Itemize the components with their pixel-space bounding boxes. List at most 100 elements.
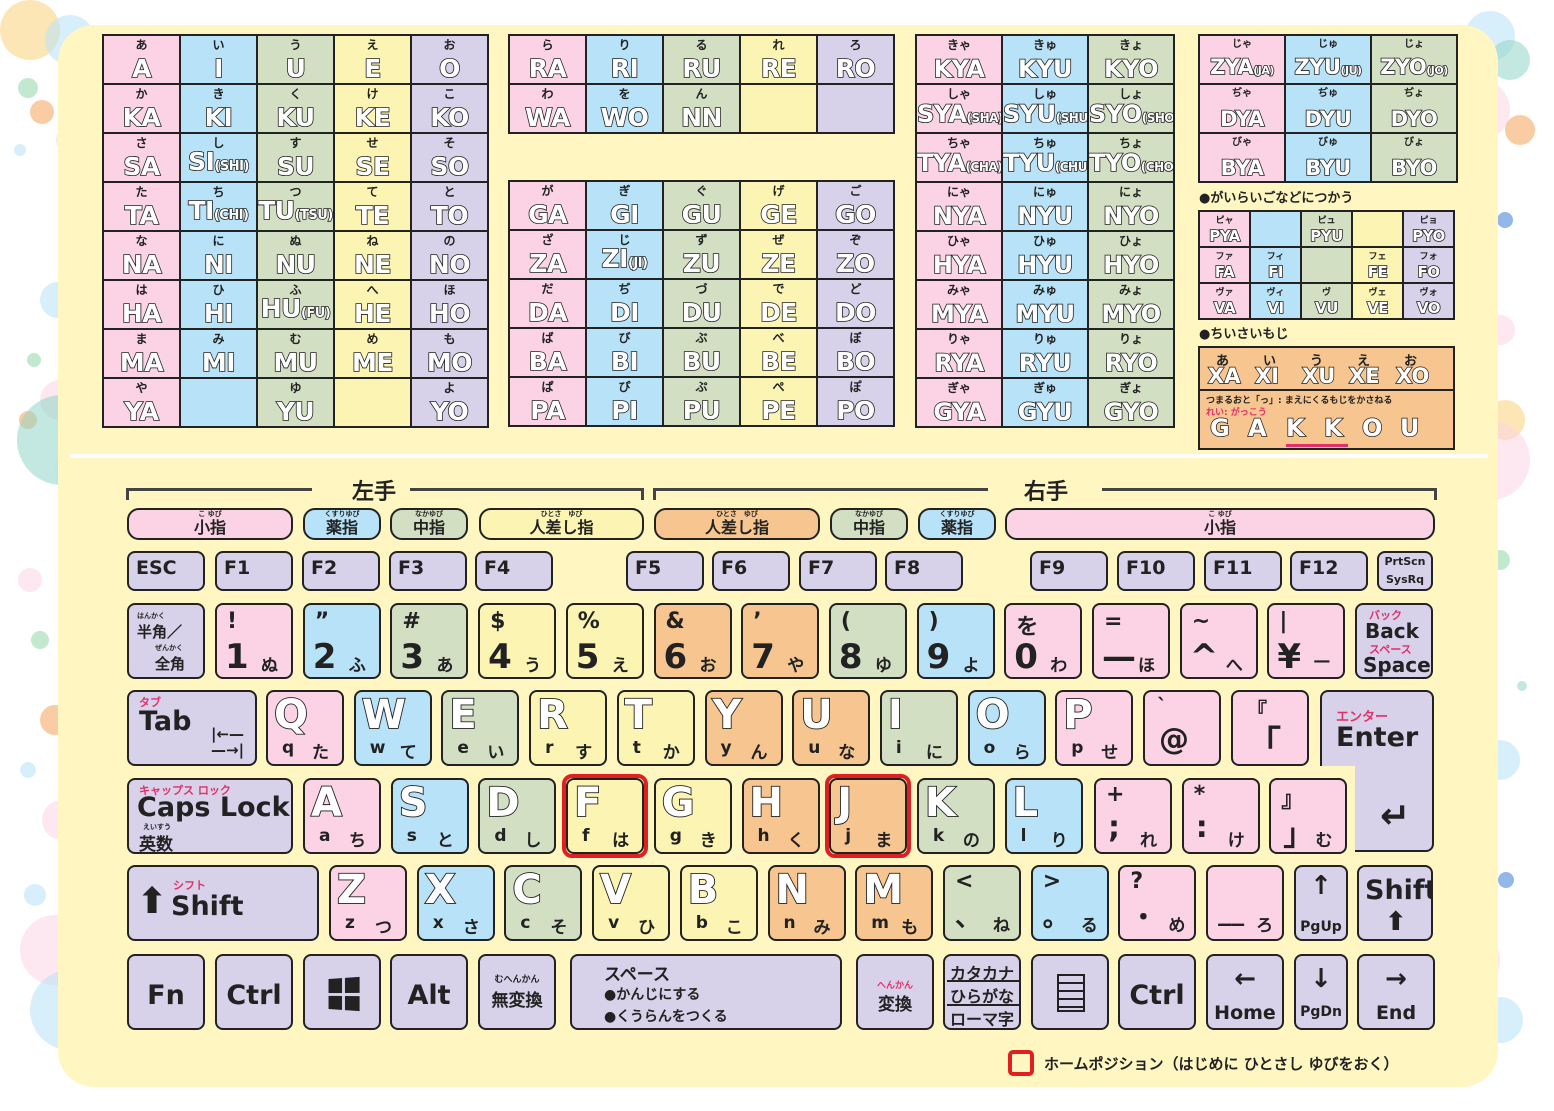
kana-label: ぼ <box>849 331 862 345</box>
key-11[interactable]: ~ ^ へ <box>1179 603 1258 679</box>
key-pgup[interactable]: ↑ PgUp <box>1294 865 1348 941</box>
key-sym-z-2[interactable]: ? ・め <box>1118 865 1197 941</box>
key-kana[interactable]: カタカナ ひらがな ローマ字 <box>943 954 1021 1030</box>
key-r[interactable]: Rr す <box>529 690 608 766</box>
key-0[interactable]: ! 1 ぬ <box>215 603 293 679</box>
key-f11[interactable]: F11 <box>1204 551 1282 591</box>
key-x[interactable]: Xxさ <box>416 865 495 941</box>
key-f8[interactable]: F8 <box>885 551 963 591</box>
key-label: P <box>1062 692 1093 739</box>
key-henkan[interactable]: へんかん 変換 <box>856 954 934 1030</box>
key-prtscn[interactable]: PrtScn SysRq <box>1377 551 1433 591</box>
key-fn[interactable]: Fn <box>127 954 205 1030</box>
key-label: むへんかん <box>494 975 540 985</box>
key-b[interactable]: Bbこ <box>679 865 758 941</box>
key-muhenkan[interactable]: むへんかん 無変換 <box>478 954 556 1030</box>
key-f6[interactable]: F6 <box>712 551 790 591</box>
key-g[interactable]: Ggき <box>653 778 732 854</box>
key-d[interactable]: Ddし <box>478 778 557 854</box>
key-z[interactable]: Zzつ <box>329 865 407 941</box>
romaji-label: NO <box>412 250 487 279</box>
key-e[interactable]: Eeい <box>441 690 520 766</box>
key-u[interactable]: Uuな <box>792 690 871 766</box>
key-home[interactable]: ← Home <box>1206 954 1284 1030</box>
key-f5[interactable]: F5 <box>626 551 704 591</box>
key-shift-left[interactable]: ⬆ シフト Shift <box>127 865 319 941</box>
key-12[interactable]: | ¥ — <box>1267 603 1346 679</box>
key-v[interactable]: Vvひ <box>592 865 671 941</box>
key-f1[interactable]: F1 <box>215 551 293 591</box>
bracket-line <box>653 488 988 491</box>
key-sym-1[interactable]: *: け <box>1181 778 1260 854</box>
romaji-cell: ゆ YU <box>256 377 335 428</box>
finger-label-0: こ ゆび 小指 <box>127 508 293 540</box>
key-i[interactable]: Ii に <box>879 690 958 766</box>
key-windows[interactable] <box>303 954 381 1030</box>
kana-label: ちゃ <box>946 136 971 150</box>
key-n[interactable]: Nnみ <box>767 865 846 941</box>
key-sym-z-1[interactable]: > 。る <box>1030 865 1109 941</box>
key-w[interactable]: Wwて <box>353 690 432 766</box>
key-label: ESC <box>136 557 177 579</box>
key-k[interactable]: Kkの <box>916 778 995 854</box>
key-label: ゆ <box>874 656 892 676</box>
key-o[interactable]: Ooら <box>967 690 1046 766</box>
key-4[interactable]: % 5 え <box>565 603 644 679</box>
bracket-end <box>641 488 644 500</box>
key-label: ら <box>1013 743 1031 763</box>
key-5[interactable]: & 6 お <box>653 603 732 679</box>
key-f3[interactable]: F3 <box>389 551 467 591</box>
romaji-text: NA <box>121 250 162 279</box>
key-10[interactable]: = — ほ <box>1092 603 1170 679</box>
key-caps-lock[interactable]: キャップス ロック Caps Lock えいすう 英数 <box>127 778 293 854</box>
key-f12[interactable]: F12 <box>1290 551 1368 591</box>
key-pgdn[interactable]: ↓ PgDn <box>1294 954 1348 1030</box>
key-y[interactable]: Yyん <box>704 690 783 766</box>
key-s[interactable]: Ssと <box>390 778 469 854</box>
key-tab[interactable]: タブ Tab |←— —→| <box>127 690 257 766</box>
key-t[interactable]: Tt か <box>616 690 695 766</box>
key-c[interactable]: Ccそ <box>504 865 583 941</box>
key-l[interactable]: Ll り <box>1004 778 1083 854</box>
key-9[interactable]: を0わ <box>1004 603 1083 679</box>
key-sym-0[interactable]: +; れ <box>1094 778 1172 854</box>
key-1[interactable]: ” 2 ふ <box>302 603 381 679</box>
key-m[interactable]: Mmも <box>855 865 934 941</box>
key-space[interactable]: スペース ●かんじにする ●くうらんをつくる <box>570 954 842 1030</box>
key-f10[interactable]: F10 <box>1117 551 1195 591</box>
kana-label: ば <box>541 331 554 345</box>
romaji-cell: びゃ BYA <box>1198 132 1286 183</box>
key-8[interactable]: ) 9 よ <box>916 603 995 679</box>
key-ctrl-right[interactable]: Ctrl <box>1118 954 1196 1030</box>
key-2[interactable]: #3 あ <box>390 603 469 679</box>
key-end[interactable]: → End <box>1357 954 1435 1030</box>
key-sym-z-0[interactable]: < 、ね <box>943 865 1021 941</box>
key-label: ( <box>840 609 851 634</box>
romaji-cell: ど DO <box>816 278 895 329</box>
key-menu[interactable] <box>1031 954 1109 1030</box>
key-shift-right[interactable]: Shift ⬆ <box>1357 865 1433 941</box>
key-6[interactable]: ’ 7 や <box>741 603 820 679</box>
key-f2[interactable]: F2 <box>302 551 380 591</box>
key-at[interactable]: ` @ <box>1143 690 1221 766</box>
key-p[interactable]: Ppせ <box>1055 690 1134 766</box>
key-f9[interactable]: F9 <box>1030 551 1108 591</box>
key-f4[interactable]: F4 <box>475 551 553 591</box>
key-esc[interactable]: ESC <box>127 551 205 591</box>
key-f7[interactable]: F7 <box>799 551 877 591</box>
key-a[interactable]: Aaち <box>303 778 381 854</box>
key-7[interactable]: (8 ゆ <box>828 603 907 679</box>
key-h[interactable]: Hhく <box>741 778 820 854</box>
key-label: ^ <box>1189 637 1219 677</box>
key-alt[interactable]: Alt <box>390 954 468 1030</box>
key-backspace[interactable]: バック Back スペース Space <box>1355 603 1433 679</box>
key-q[interactable]: Qqた <box>266 690 344 766</box>
key-sym-2[interactable]: 』」む <box>1269 778 1348 854</box>
key-hankaku-zenkaku[interactable]: はんかく 半角／ ぜんかく 全角 <box>127 603 205 679</box>
romaji-text: MA <box>119 348 164 377</box>
key-sym-z-3[interactable]: __ ろ <box>1206 865 1285 941</box>
key-ctrl-left[interactable]: Ctrl <box>215 954 293 1030</box>
small-romaji: XE <box>1348 363 1380 389</box>
key-3[interactable]: $4 う <box>478 603 557 679</box>
key-bracket[interactable]: 『「 <box>1231 690 1309 766</box>
